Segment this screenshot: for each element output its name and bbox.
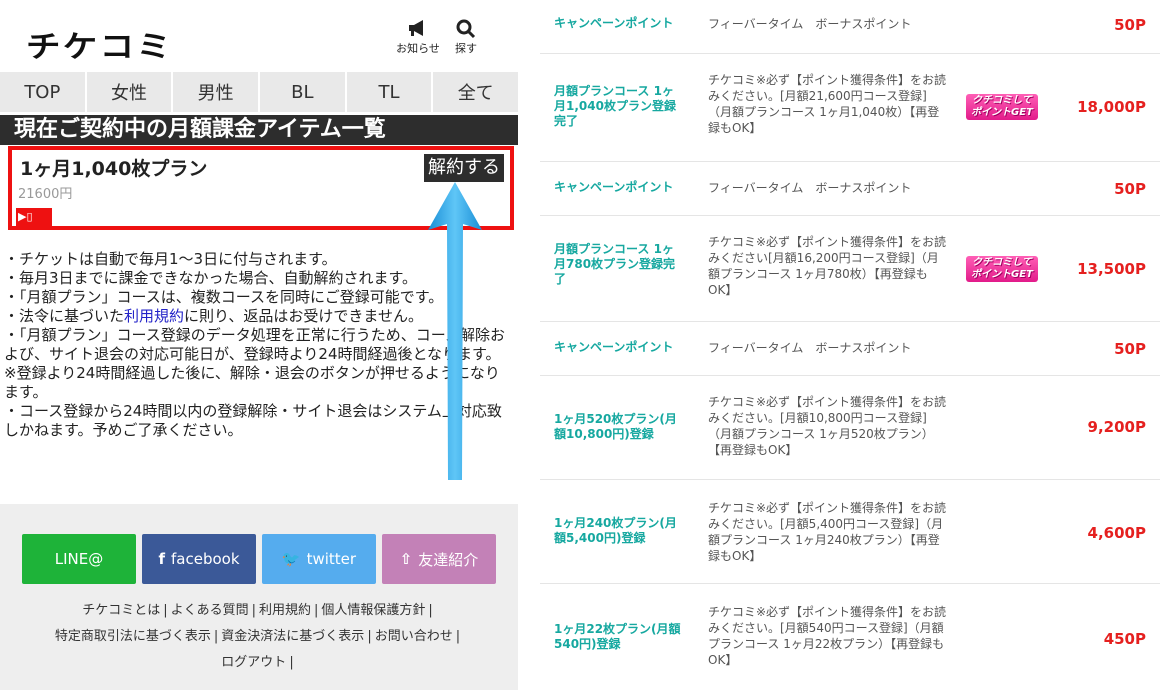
ticket-icon: ▶▯	[16, 208, 52, 226]
site-logo[interactable]: チケコミ	[26, 22, 173, 66]
megaphone-icon	[394, 18, 442, 42]
twitter-label: twitter	[306, 550, 357, 568]
tab-top[interactable]: TOP	[0, 72, 85, 112]
category-tabs: TOP 女性 男性 BL TL 全て	[0, 72, 519, 112]
reward-title: 1ヶ月520枚プラン(月額10,800円)登録	[554, 412, 677, 441]
review-badge[interactable]: クチコミして ポイントGET	[966, 94, 1038, 120]
reward-description: フィーバータイム ボーナスポイント	[708, 17, 912, 31]
point-rewards-list: キャンペーンポイント フィーバータイム ボーナスポイント 50P 月額プランコー…	[540, 0, 1167, 690]
reward-row[interactable]: キャンペーンポイント フィーバータイム ボーナスポイント 50P	[540, 0, 1160, 54]
reward-points: 450P	[1103, 630, 1146, 648]
reward-points: 50P	[1114, 16, 1146, 34]
tab-all[interactable]: 全て	[433, 72, 519, 112]
footer-links: チケコミとは | よくある質問 | 利用規約 | 個人情報保護方針 | 特定商取引法に基づく表…	[54, 603, 461, 670]
note-text: ・法令に基づいた	[4, 307, 125, 325]
section-title: 現在ご契約中の月額課金アイテム一覧	[0, 115, 518, 145]
footer-link-about[interactable]: チケコミとは	[82, 603, 160, 618]
left-panel: チケコミ お知らせ 探す TOP 女性 男性 BL TL 全て 現在ご契約中の月…	[0, 0, 519, 690]
footer-link-faq[interactable]: よくある質問	[171, 603, 249, 618]
line-button[interactable]: LINE@	[22, 534, 136, 584]
reward-description: チケコミ※必ず【ポイント獲得条件】をお読みください。[月額21,600円コース登…	[708, 73, 947, 135]
reward-title: キャンペーンポイント	[554, 16, 674, 30]
reward-points: 13,500P	[1077, 260, 1146, 278]
search-label: 探す	[455, 42, 477, 55]
reward-row[interactable]: キャンペーンポイント フィーバータイム ボーナスポイント 50P	[540, 322, 1160, 376]
tab-male[interactable]: 男性	[173, 72, 259, 112]
reward-description: チケコミ※必ず【ポイント獲得条件】をお読みください[月額16,200円コース登録…	[708, 235, 947, 297]
tab-bl[interactable]: BL	[260, 72, 345, 112]
tab-female[interactable]: 女性	[86, 72, 172, 112]
tab-tl[interactable]: TL	[346, 72, 432, 112]
reward-row[interactable]: 1ヶ月22枚プラン(月額540円)登録 チケコミ※必ず【ポイント獲得条件】をお読…	[540, 584, 1160, 690]
footer-link-terms[interactable]: 利用規約	[259, 603, 311, 618]
social-buttons: LINE@ f facebook 🐦 twitter ⇧ 友達紹介	[22, 534, 496, 584]
reward-description: フィーバータイム ボーナスポイント	[708, 181, 912, 195]
terms-link[interactable]: 利用規約	[124, 307, 184, 325]
reward-title: キャンペーンポイント	[554, 180, 674, 194]
footer-link-privacy[interactable]: 個人情報保護方針	[321, 603, 425, 618]
footer-link-contact[interactable]: お問い合わせ	[375, 629, 453, 644]
reward-points: 50P	[1114, 340, 1146, 358]
reward-title: キャンペーンポイント	[554, 340, 674, 354]
reward-description: チケコミ※必ず【ポイント獲得条件】をお読みください。[月額5,400円コース登録…	[708, 501, 947, 563]
reward-title: 1ヶ月240枚プラン(月額5,400円)登録	[554, 516, 677, 545]
facebook-button[interactable]: f facebook	[142, 534, 256, 584]
facebook-icon: f	[158, 550, 165, 568]
reward-row[interactable]: 月額プランコース 1ヶ月780枚プラン登録完了 チケコミ※必ず【ポイント獲得条件…	[540, 216, 1160, 322]
site-header: チケコミ お知らせ 探す	[0, 0, 518, 72]
blue-arrow-annotation	[428, 182, 482, 480]
reward-title: 月額プランコース 1ヶ月780枚プラン登録完了	[554, 242, 676, 286]
twitter-icon: 🐦	[281, 550, 301, 568]
invite-label: 友達紹介	[418, 550, 479, 569]
reward-points: 50P	[1114, 180, 1146, 198]
reward-description: チケコミ※必ず【ポイント獲得条件】をお読みください。[月額10,800円コース登…	[708, 395, 947, 457]
review-badge[interactable]: クチコミして ポイントGET	[966, 256, 1038, 282]
footer-link-payment[interactable]: 資金決済法に基づく表示	[221, 629, 364, 644]
search-button[interactable]: 探す	[442, 18, 490, 56]
reward-points: 18,000P	[1077, 98, 1146, 116]
share-icon: ⇧	[399, 550, 413, 568]
reward-description: チケコミ※必ず【ポイント獲得条件】をお読みください。[月額540円コース登録]（…	[708, 605, 947, 667]
reward-title: 1ヶ月22枚プラン(月額540円)登録	[554, 622, 681, 651]
search-icon	[442, 18, 490, 42]
invite-friend-button[interactable]: ⇧ 友達紹介	[382, 534, 496, 584]
news-label: お知らせ	[396, 42, 440, 55]
reward-points: 4,600P	[1087, 524, 1146, 542]
reward-title: 月額プランコース 1ヶ月1,040枚プラン登録完了	[554, 84, 676, 128]
facebook-label: facebook	[171, 550, 240, 568]
reward-row[interactable]: 1ヶ月240枚プラン(月額5,400円)登録 チケコミ※必ず【ポイント獲得条件】…	[540, 480, 1160, 584]
line-label: LINE@	[54, 550, 104, 568]
twitter-button[interactable]: 🐦 twitter	[262, 534, 376, 584]
footer-link-logout[interactable]: ログアウト	[221, 655, 286, 670]
note-text: に則り、返品はお受けできません。	[184, 307, 423, 325]
reward-row[interactable]: キャンペーンポイント フィーバータイム ボーナスポイント 50P	[540, 162, 1160, 216]
reward-description: フィーバータイム ボーナスポイント	[708, 341, 912, 355]
plan-name: 1ヶ月1,040枚プラン	[20, 158, 208, 180]
footer-link-commerce[interactable]: 特定商取引法に基づく表示	[55, 629, 211, 644]
site-footer: LINE@ f facebook 🐦 twitter ⇧ 友達紹介 チケコミとは | よく…	[0, 504, 518, 690]
plan-price: 21600円	[18, 187, 73, 202]
cancel-subscription-button[interactable]: 解約する	[424, 154, 504, 182]
reward-points: 9,200P	[1087, 418, 1146, 436]
reward-row[interactable]: 月額プランコース 1ヶ月1,040枚プラン登録完了 チケコミ※必ず【ポイント獲得…	[540, 54, 1160, 162]
reward-row[interactable]: 1ヶ月520枚プラン(月額10,800円)登録 チケコミ※必ず【ポイント獲得条件…	[540, 376, 1160, 480]
news-button[interactable]: お知らせ	[394, 18, 442, 56]
